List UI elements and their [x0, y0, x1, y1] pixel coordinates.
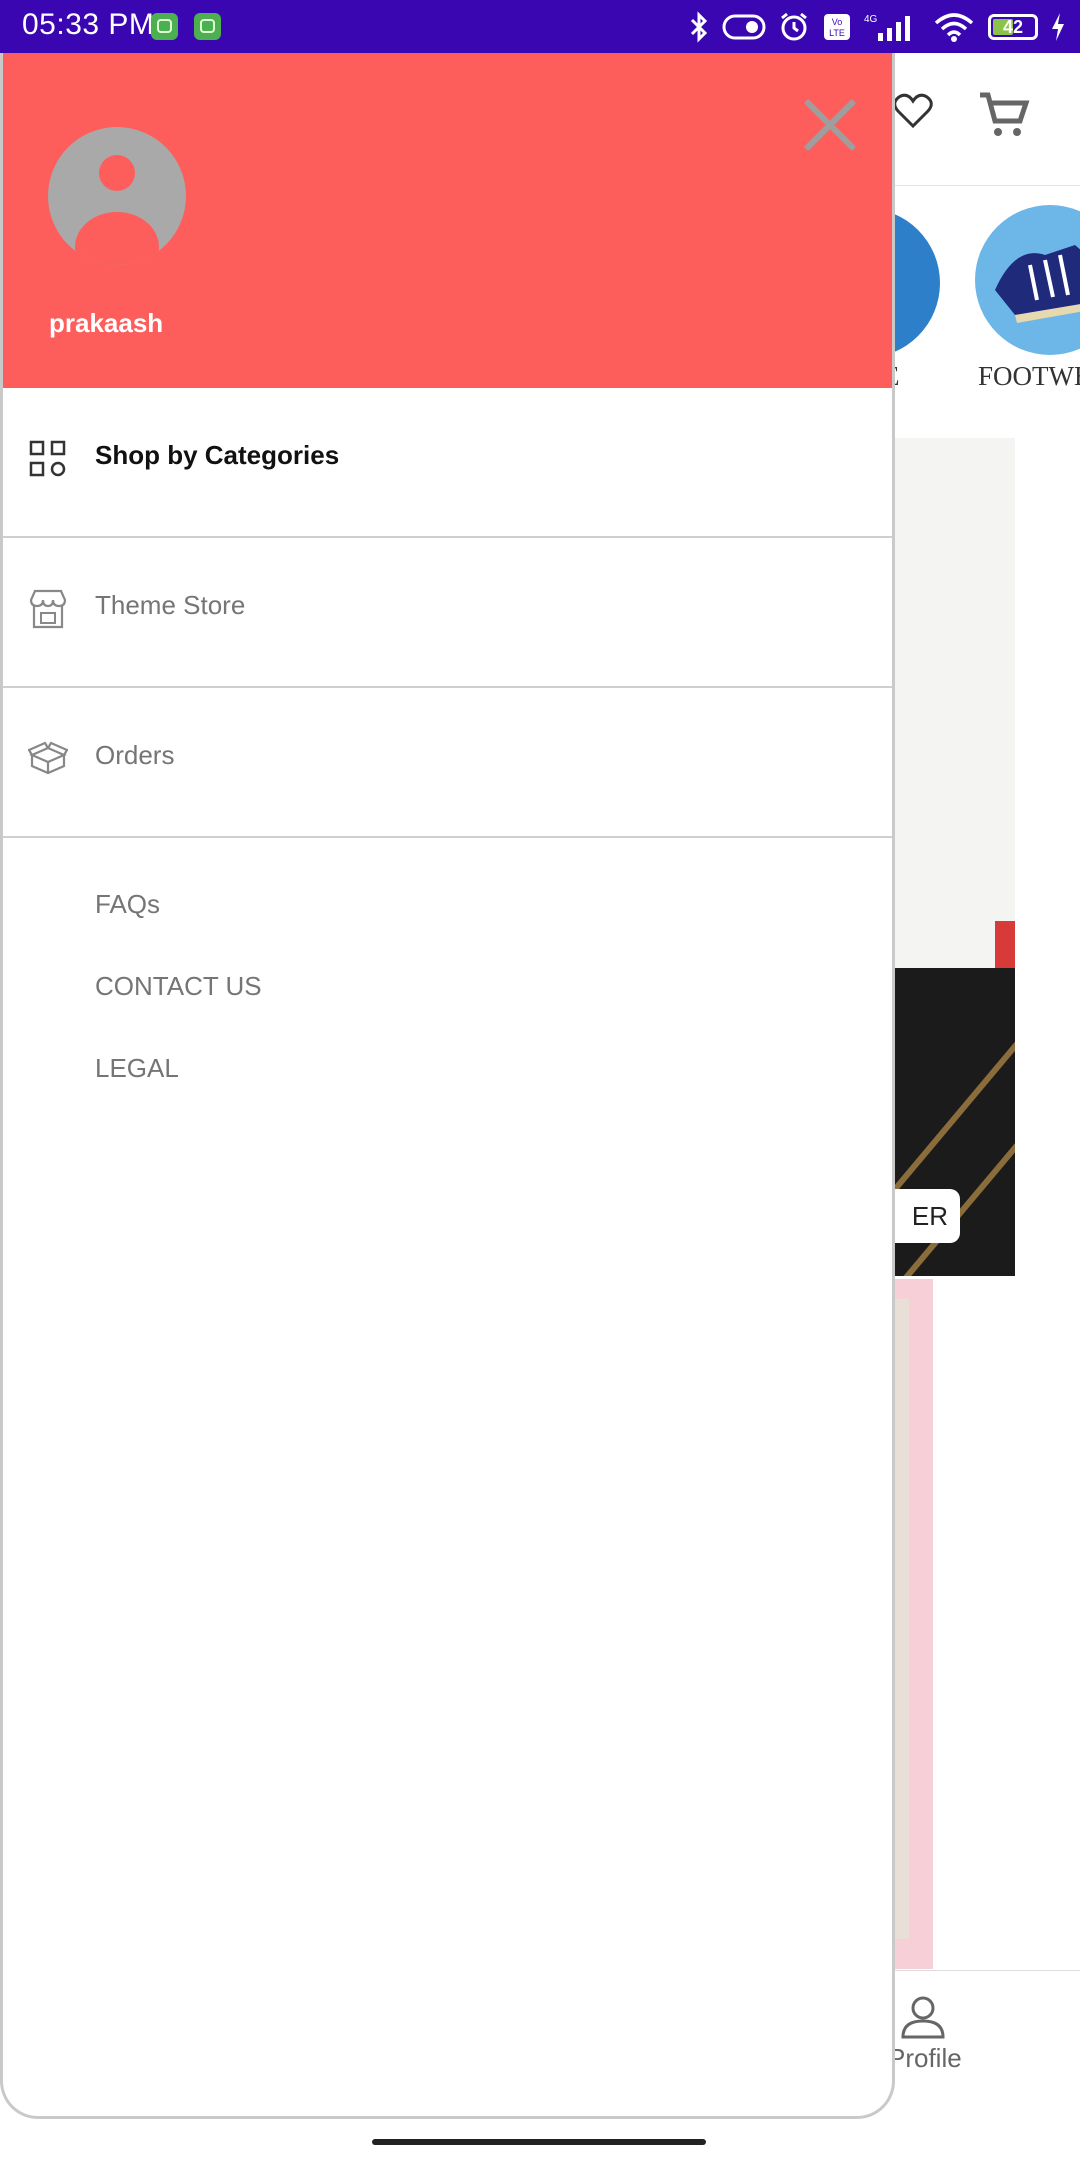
toggle-icon	[722, 14, 766, 40]
home-indicator[interactable]	[372, 2139, 706, 2145]
menu-item-theme-store[interactable]: Theme Store	[3, 538, 892, 688]
alarm-icon	[781, 12, 807, 41]
battery-icon: 42	[988, 14, 1038, 40]
drawer-header: prakaash	[3, 53, 892, 388]
grid-icon	[29, 440, 66, 477]
wifi-icon	[934, 13, 974, 42]
navigation-drawer: prakaash Shop by Categories Theme Store …	[0, 53, 895, 2119]
promo-banner[interactable]: ER	[895, 438, 1015, 1276]
wishlist-icon[interactable]	[893, 93, 933, 129]
legal-link[interactable]: LEGAL	[95, 1053, 179, 1084]
box-icon	[28, 741, 68, 775]
menu-item-label: Theme Store	[95, 590, 246, 620]
avatar[interactable]	[48, 127, 186, 265]
app-notification-icon	[151, 13, 178, 40]
menu-item-label: Shop by Categories	[95, 440, 340, 470]
close-icon[interactable]	[800, 95, 860, 155]
cart-icon[interactable]	[978, 89, 1030, 141]
status-bar: 05:33 PM Vo LTE 4G 42	[0, 0, 1080, 53]
menu-item-shop-by-categories[interactable]: Shop by Categories	[3, 388, 892, 538]
banner-button[interactable]: ER	[895, 1189, 960, 1243]
charging-icon	[1052, 13, 1064, 41]
contact-us-link[interactable]: CONTACT US	[95, 971, 262, 1002]
category-label: FOOTWE	[978, 361, 1080, 391]
profile-icon[interactable]	[900, 1995, 946, 2039]
menu-item-orders[interactable]: Orders	[3, 688, 892, 838]
svg-text:Vo: Vo	[832, 17, 843, 27]
signal-4g-icon: 4G	[864, 14, 910, 41]
faqs-link[interactable]: FAQs	[95, 889, 160, 920]
bluetooth-icon	[690, 11, 708, 43]
store-icon	[29, 589, 67, 629]
nav-profile-label[interactable]: Profile	[888, 2043, 962, 2074]
promo-banner-2[interactable]	[895, 1279, 933, 1969]
svg-text:LTE: LTE	[829, 28, 845, 38]
category-image-footwear[interactable]	[975, 205, 1080, 355]
app-notification-icon	[194, 13, 221, 40]
status-time: 05:33 PM	[22, 8, 155, 41]
username: prakaash	[49, 308, 164, 338]
menu-item-label: Orders	[95, 740, 175, 770]
volte-icon: VoLTE	[824, 14, 850, 40]
svg-text:4G: 4G	[864, 14, 878, 25]
